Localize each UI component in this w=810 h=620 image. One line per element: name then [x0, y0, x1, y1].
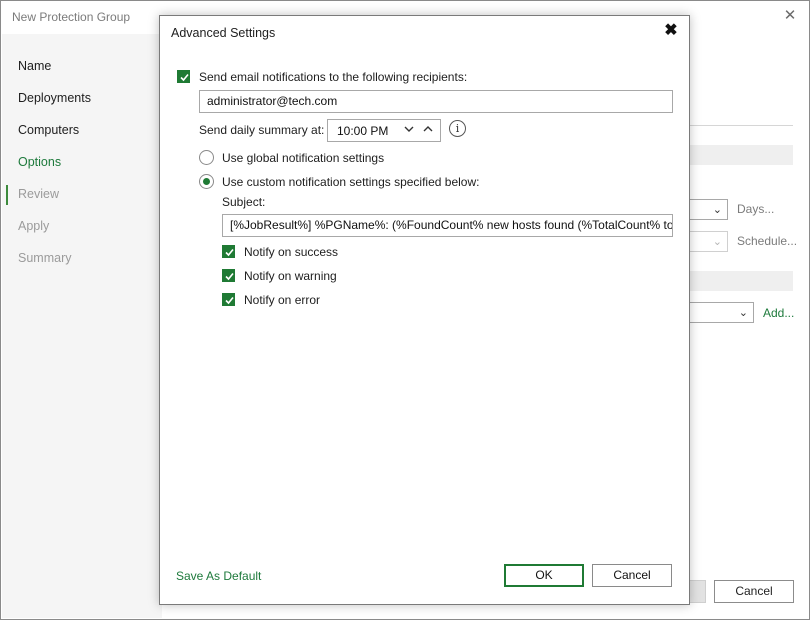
add-link[interactable]: Add... — [763, 306, 794, 320]
wizard-cancel-button[interactable]: Cancel — [714, 580, 794, 603]
step-apply: Apply — [18, 219, 50, 233]
active-step-indicator — [6, 185, 8, 205]
step-review: Review — [18, 187, 59, 201]
wizard-close-icon[interactable]: ✕ — [781, 7, 799, 25]
use-custom-label: Use custom notification settings specifi… — [222, 175, 480, 189]
wizard-steps-sidebar: Name Deployments Computers Options Revie… — [2, 34, 162, 618]
days-link[interactable]: Days... — [737, 202, 774, 216]
use-global-radio[interactable] — [199, 150, 214, 165]
checkmark-icon — [225, 248, 234, 257]
account-dropdown[interactable]: ⌄ — [689, 302, 754, 323]
daily-summary-label: Send daily summary at: — [199, 123, 325, 137]
checkmark-icon — [225, 296, 234, 305]
notify-error-label: Notify on error — [244, 293, 321, 307]
subject-label: Subject: — [222, 195, 266, 209]
days-dropdown[interactable]: ⌄ — [689, 199, 728, 220]
step-computers[interactable]: Computers — [18, 123, 79, 137]
time-value: 10:00 PM — [337, 124, 389, 138]
schedule-link[interactable]: Schedule... — [737, 234, 797, 248]
chevron-down-icon[interactable] — [403, 123, 417, 138]
use-global-label: Use global notification settings — [222, 151, 385, 165]
schedule-dropdown: ⌄ — [689, 231, 728, 252]
chevron-down-icon: ⌄ — [712, 236, 722, 248]
send-email-checkbox[interactable] — [177, 70, 190, 83]
chevron-up-icon[interactable] — [422, 123, 436, 138]
chevron-down-icon: ⌄ — [738, 307, 748, 319]
dialog-title: Advanced Settings — [171, 26, 276, 40]
save-as-default-link[interactable]: Save As Default — [176, 569, 261, 583]
notify-error-checkbox[interactable] — [222, 293, 235, 306]
send-email-label: Send email notifications to the followin… — [199, 70, 468, 84]
cancel-button[interactable]: Cancel — [592, 564, 672, 587]
step-deployments[interactable]: Deployments — [18, 91, 91, 105]
section-header-band — [689, 145, 793, 165]
section-divider — [689, 125, 793, 126]
close-icon[interactable]: ✖ — [661, 21, 681, 41]
ok-button[interactable]: OK — [504, 564, 584, 587]
info-icon[interactable]: i — [449, 120, 466, 137]
daily-summary-time-picker[interactable]: 10:00 PM — [327, 119, 441, 142]
advanced-settings-dialog: Advanced Settings ✖ Send email notificat… — [159, 15, 690, 605]
recipients-input[interactable]: administrator@tech.com — [199, 90, 673, 113]
notify-success-checkbox[interactable] — [222, 245, 235, 258]
checkmark-icon — [180, 73, 189, 82]
checkmark-icon — [225, 272, 234, 281]
wizard-title: New Protection Group — [12, 10, 131, 24]
step-name[interactable]: Name — [18, 59, 51, 73]
subject-input[interactable]: [%JobResult%] %PGName%: (%FoundCount% ne… — [222, 214, 673, 237]
section-header-band-2 — [689, 271, 793, 291]
notify-warning-checkbox[interactable] — [222, 269, 235, 282]
step-options[interactable]: Options — [18, 155, 61, 169]
step-summary: Summary — [18, 251, 72, 265]
wizard-next-button — [689, 580, 706, 603]
notify-success-label: Notify on success — [244, 245, 339, 259]
use-custom-radio[interactable] — [199, 174, 214, 189]
chevron-down-icon: ⌄ — [712, 204, 722, 216]
notify-warning-label: Notify on warning — [244, 269, 337, 283]
